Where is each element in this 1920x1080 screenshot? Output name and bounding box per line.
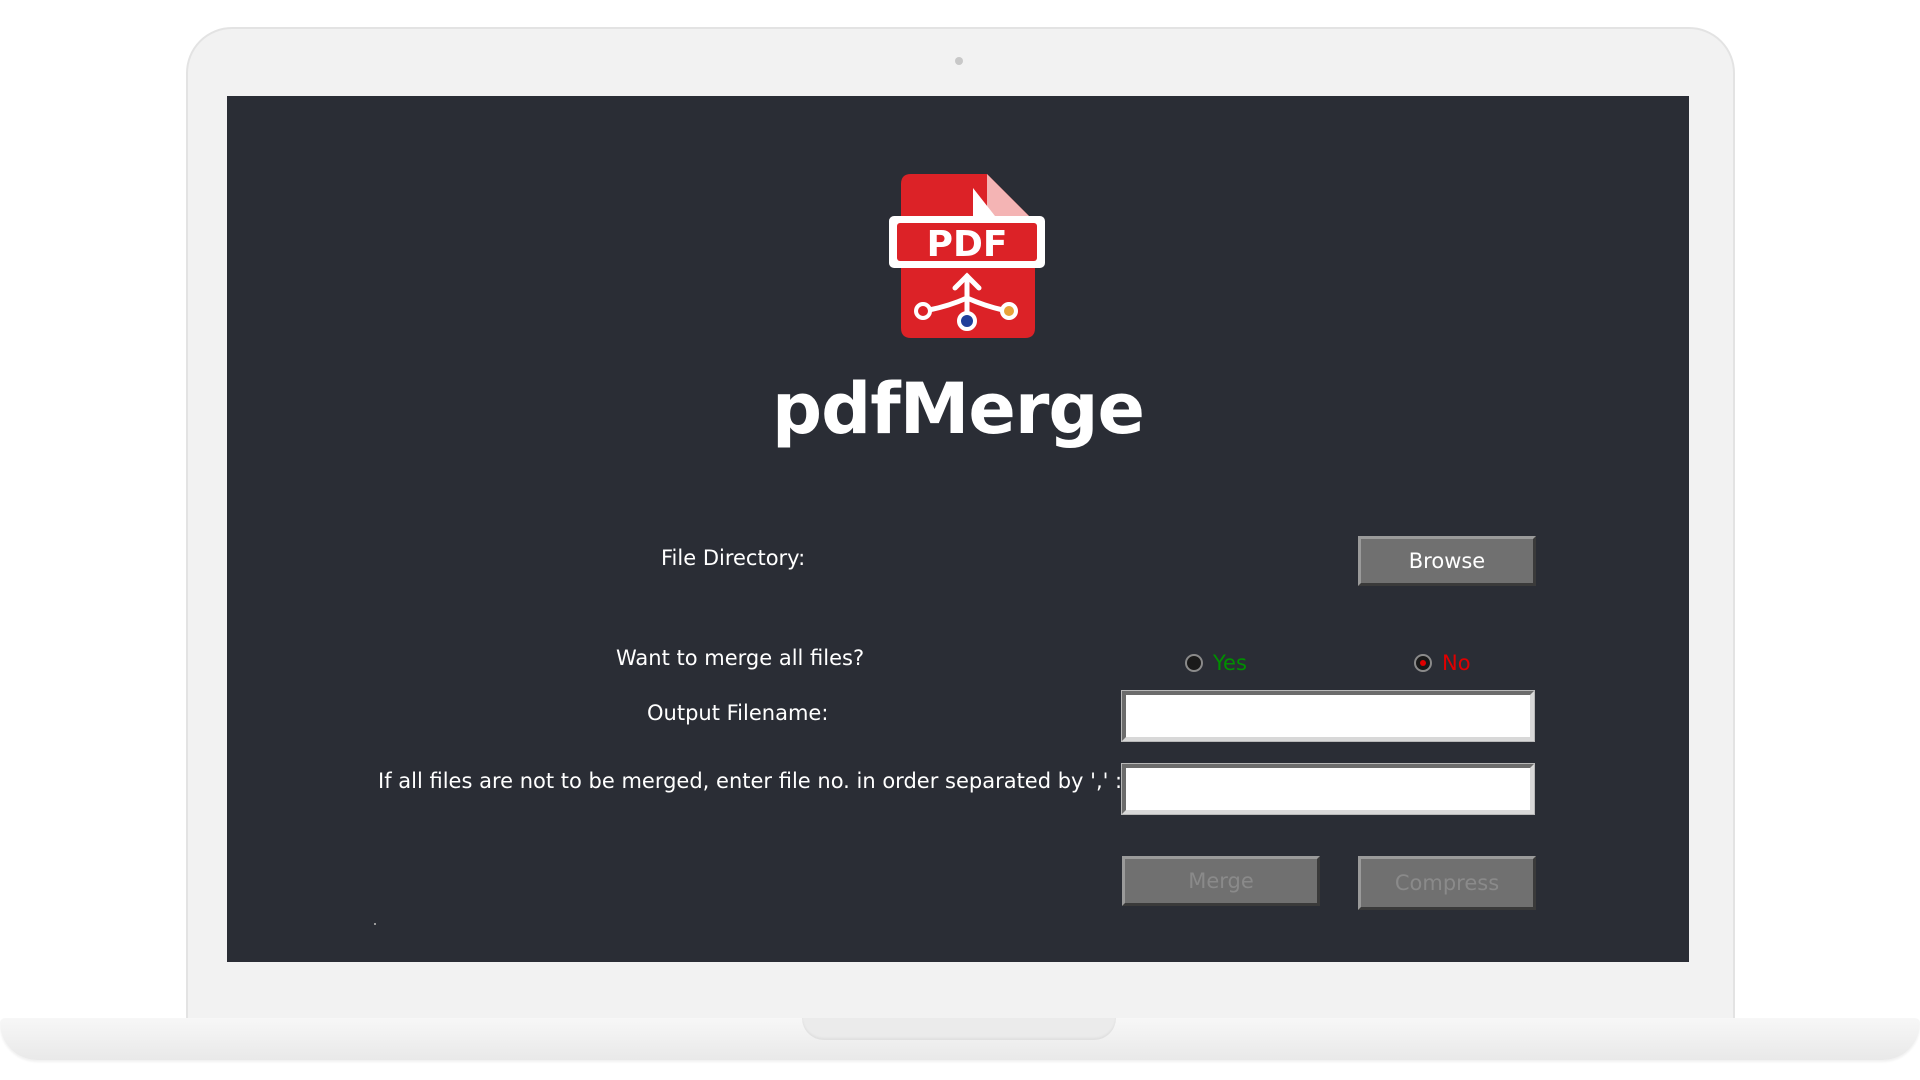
compress-button[interactable]: Compress bbox=[1358, 856, 1536, 910]
app-title: pdfMerge bbox=[772, 368, 1145, 450]
no-radio-label: No bbox=[1442, 651, 1471, 675]
no-radio-button[interactable] bbox=[1414, 654, 1432, 672]
file-directory-label: File Directory: bbox=[661, 546, 806, 570]
yes-radio-button[interactable] bbox=[1185, 654, 1203, 672]
stray-pixel bbox=[374, 923, 376, 925]
pdf-merge-document-icon: PDF bbox=[889, 174, 1045, 338]
yes-radio-label: Yes bbox=[1213, 651, 1247, 675]
output-filename-label: Output Filename: bbox=[647, 701, 829, 725]
file-order-input[interactable] bbox=[1121, 763, 1535, 815]
browse-button[interactable]: Browse bbox=[1358, 536, 1536, 586]
output-filename-input[interactable] bbox=[1121, 690, 1535, 742]
laptop-notch bbox=[802, 1018, 1116, 1040]
laptop-camera bbox=[955, 57, 963, 65]
file-order-label: If all files are not to be merged, enter… bbox=[378, 769, 1123, 793]
logo-text: PDF bbox=[927, 224, 1008, 265]
merge-all-label: Want to merge all files? bbox=[616, 646, 865, 670]
no-radio-option[interactable]: No bbox=[1414, 651, 1471, 675]
merge-button[interactable]: Merge bbox=[1122, 856, 1320, 906]
yes-radio-option[interactable]: Yes bbox=[1185, 651, 1247, 675]
app-window: PDF pdfMerge File Directory: Browse Want… bbox=[227, 96, 1689, 962]
